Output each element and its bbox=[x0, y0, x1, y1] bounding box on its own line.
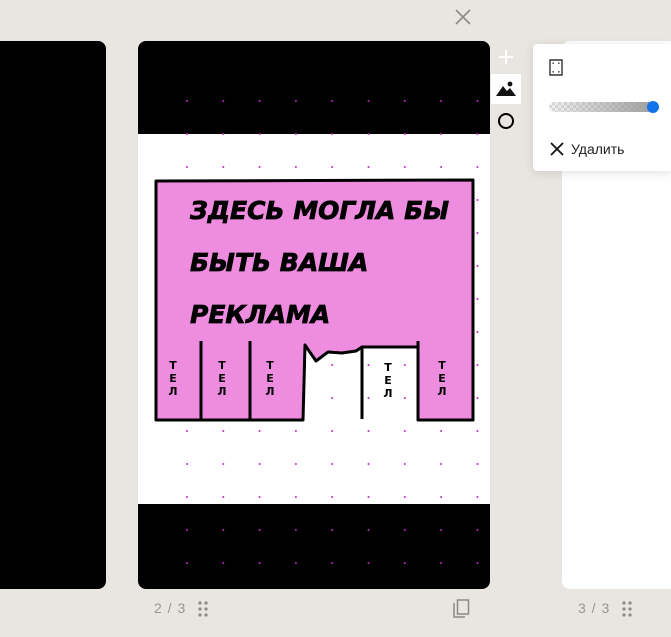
opacity-slider[interactable] bbox=[549, 101, 659, 113]
duplicate-icon bbox=[453, 599, 470, 618]
phone-tab-label: Е bbox=[384, 374, 392, 387]
phone-tab-label: Е bbox=[266, 372, 274, 385]
image-icon bbox=[496, 81, 516, 96]
slide-counter: 3 / 3 bbox=[578, 600, 611, 616]
phone-tab-label: Т bbox=[438, 359, 446, 372]
phone-tab-label: Т bbox=[218, 359, 226, 372]
current-slide[interactable]: ЗДЕСЬ МОГЛА БЫ БЫТЬ ВАША РЕКЛАМА Т Е Л Т… bbox=[138, 41, 490, 589]
phone-tab-label: Л bbox=[217, 385, 226, 398]
delete-button[interactable]: Удалить bbox=[549, 139, 624, 159]
phone-tab-label: Т bbox=[266, 359, 274, 372]
phone-tab-label: Е bbox=[438, 372, 446, 385]
phone-tab-label: Е bbox=[218, 372, 226, 385]
plus-icon bbox=[499, 50, 513, 64]
phone-tab-label: Л bbox=[168, 385, 177, 398]
duplicate-slide-button[interactable] bbox=[452, 599, 470, 624]
phone-tab-label: Т bbox=[384, 361, 392, 374]
page-format-icon[interactable] bbox=[549, 59, 563, 76]
opacity-slider-fill bbox=[549, 102, 655, 112]
drag-handle[interactable] bbox=[198, 601, 208, 622]
slide-counter: 2 / 3 bbox=[154, 600, 187, 616]
previous-slide[interactable] bbox=[0, 41, 106, 589]
shape-tool-button[interactable] bbox=[491, 106, 521, 136]
add-element-button[interactable] bbox=[491, 42, 521, 72]
circle-icon bbox=[498, 113, 514, 129]
phone-tab-label: Л bbox=[437, 385, 446, 398]
phone-tab-label: Т bbox=[169, 359, 177, 372]
phone-tab-label: Е bbox=[169, 372, 177, 385]
opacity-slider-thumb[interactable] bbox=[647, 101, 659, 113]
delete-label: Удалить bbox=[571, 141, 625, 157]
drag-handle-icon bbox=[622, 601, 632, 617]
image-tool-button[interactable] bbox=[491, 74, 521, 104]
image-settings-popup: Удалить bbox=[533, 44, 671, 171]
close-icon bbox=[550, 142, 564, 156]
ad-headline-line2: БЫТЬ ВАША bbox=[190, 248, 368, 277]
drag-handle[interactable] bbox=[622, 601, 632, 622]
ad-poster[interactable]: ЗДЕСЬ МОГЛА БЫ БЫТЬ ВАША РЕКЛАМА Т Е Л Т… bbox=[138, 41, 490, 589]
ad-headline-line1: ЗДЕСЬ МОГЛА БЫ bbox=[189, 196, 449, 225]
close-button[interactable] bbox=[452, 6, 474, 28]
ad-headline-line3: РЕКЛАМА bbox=[190, 300, 330, 329]
phone-tab-label: Л bbox=[383, 387, 392, 400]
close-icon bbox=[455, 9, 471, 25]
drag-handle-icon bbox=[198, 601, 208, 617]
phone-tab-label: Л bbox=[265, 385, 274, 398]
